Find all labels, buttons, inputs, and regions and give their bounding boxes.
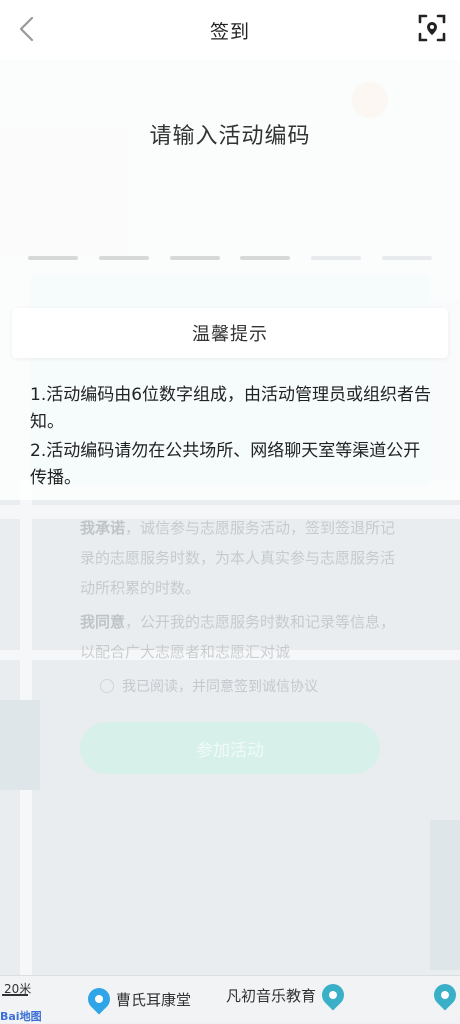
join-activity-button[interactable]: 参加活动	[80, 722, 380, 774]
agreement-checkbox[interactable]	[100, 679, 114, 693]
activity-code-input[interactable]	[28, 256, 432, 260]
map-scale-bar	[2, 994, 28, 996]
map-poi[interactable]	[429, 979, 460, 1011]
promise-text: ，诚信参与志愿服务活动，签到签退所记录的志愿服务时数，为本人真实参与志愿服务活动…	[80, 519, 396, 597]
map-poi[interactable]: 曹氏耳康堂	[83, 983, 192, 1015]
map-poi-label: 凡初音乐教育	[226, 986, 317, 1005]
agreement-checkbox-label: 我已阅读，并同意签到诚信协议	[122, 679, 318, 695]
map-block	[430, 820, 460, 970]
code-slot[interactable]	[98, 256, 149, 260]
code-slot[interactable]	[381, 256, 432, 260]
code-slot[interactable]	[311, 256, 362, 260]
top-bar: 签到	[0, 0, 460, 60]
map-poi-label: 曹氏耳康堂	[116, 990, 192, 1009]
agreement-checkbox-row[interactable]: 我已阅读，并同意签到诚信协议	[100, 676, 318, 696]
agree-text: ，公开我的志愿服务时数和记录等信息，以配合广大志愿者和志愿汇对诚	[80, 613, 396, 661]
agree-label: 我同意	[80, 613, 126, 631]
promise-label: 我承诺	[80, 519, 126, 537]
chevron-left-icon[interactable]	[12, 14, 42, 44]
map-poi[interactable]: 凡初音乐教育	[226, 979, 349, 1011]
agreement-text: 我承诺，诚信参与志愿服务活动，签到签退所记录的志愿服务时数，为本人真实参与志愿服…	[80, 513, 400, 667]
map-pin-icon	[83, 983, 115, 1015]
tip-line: 2.活动编码请勿在公共场所、网络聊天室等渠道公开传播。	[30, 441, 421, 488]
map-pin-icon	[317, 979, 349, 1011]
code-slot[interactable]	[28, 256, 78, 260]
scan-icon[interactable]	[418, 14, 446, 42]
prompt-title: 请输入活动编码	[149, 124, 311, 149]
map-pin-icon	[429, 979, 460, 1011]
code-slot[interactable]	[240, 256, 291, 260]
page-title: 签到	[209, 20, 250, 43]
tips-body: 1.活动编码由6位数字组成，由活动管理员或组织者告知。 2.活动编码请勿在公共场…	[30, 382, 435, 494]
tips-title: 温馨提示	[12, 308, 448, 358]
code-slot[interactable]	[169, 256, 220, 260]
map-block	[0, 700, 40, 790]
tip-line: 1.活动编码由6位数字组成，由活动管理员或组织者告知。	[30, 385, 432, 432]
